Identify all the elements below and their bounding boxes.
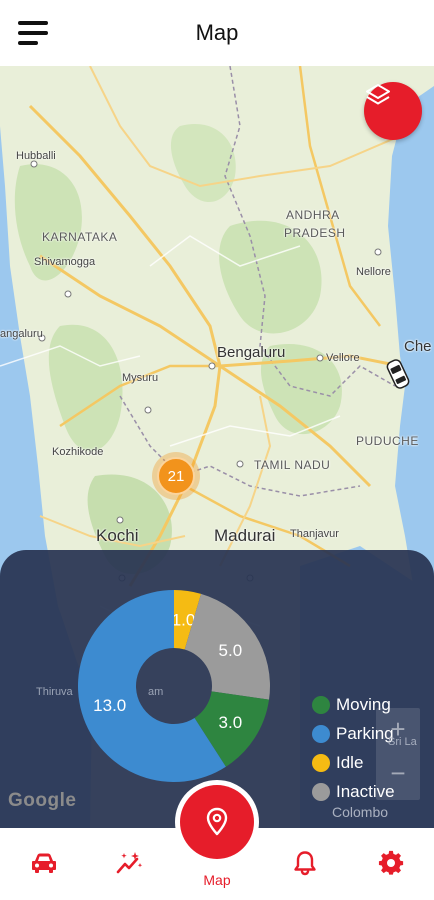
app-bar: Map [0,0,434,66]
map-label-chennai: Che [404,338,432,355]
map-label-thiruvananthapuram-start: Thiruva [36,686,73,698]
donut-value-label-moving: 3.0 [219,713,243,732]
layers-button[interactable] [364,82,422,140]
cluster-count: 21 [157,457,195,495]
map-label-mangaluru: angaluru [0,328,43,340]
legend-swatch-moving [312,695,330,714]
vehicle-cluster-marker[interactable]: 21 [152,452,200,500]
legend-label-idle: Idle [336,752,364,772]
map-label-thiruvananthapuram-end: am [148,686,164,698]
legend-swatch-inactive [312,782,330,801]
map-label-thanjavur: Thanjavur [290,528,339,540]
map-label-kozhikode: Kozhikode [52,446,104,458]
map-label-shivamogga: Shivamogga [34,256,96,268]
map-label-madurai: Madurai [214,526,276,545]
map-label-vellore: Vellore [326,352,360,364]
zoom-in-button[interactable]: + [376,714,420,745]
legend-swatch-parking [312,724,330,743]
map-label-hubballi: Hubballi [16,150,56,162]
map-label-kochi: Kochi [96,526,139,545]
map-fab-button[interactable] [175,780,259,864]
donut-value-label-parking: 13.0 [93,696,126,715]
map-label-puducherry: PUDUCHE [356,434,419,448]
zoom-out-button[interactable]: − [376,758,420,789]
status-donut-chart: 1.05.03.013.0 [78,590,270,782]
map-label-nellore: Nellore [356,266,391,278]
map-pin-icon [206,807,228,836]
map-label-mysuru: Mysuru [122,372,159,384]
page-title: Map [195,20,239,45]
map-label-pradesh: PRADESH [284,226,346,240]
fab-inner [180,785,254,859]
layers-icon [366,84,390,105]
donut-value-label-inactive: 5.0 [219,641,243,660]
map-label-bengaluru: Bengaluru [217,344,286,361]
map-label-tamil-nadu: TAMIL NADU [254,458,331,472]
map-label-colombo: Colombo [332,804,389,820]
google-logo: Google [8,790,77,811]
map-label-karnataka: KARNATAKA [42,230,118,244]
map-label-andhra: ANDHRA [286,208,340,222]
fab-label: Map [203,872,231,888]
zoom-control: + − [376,708,420,800]
legend-swatch-idle [312,753,330,772]
